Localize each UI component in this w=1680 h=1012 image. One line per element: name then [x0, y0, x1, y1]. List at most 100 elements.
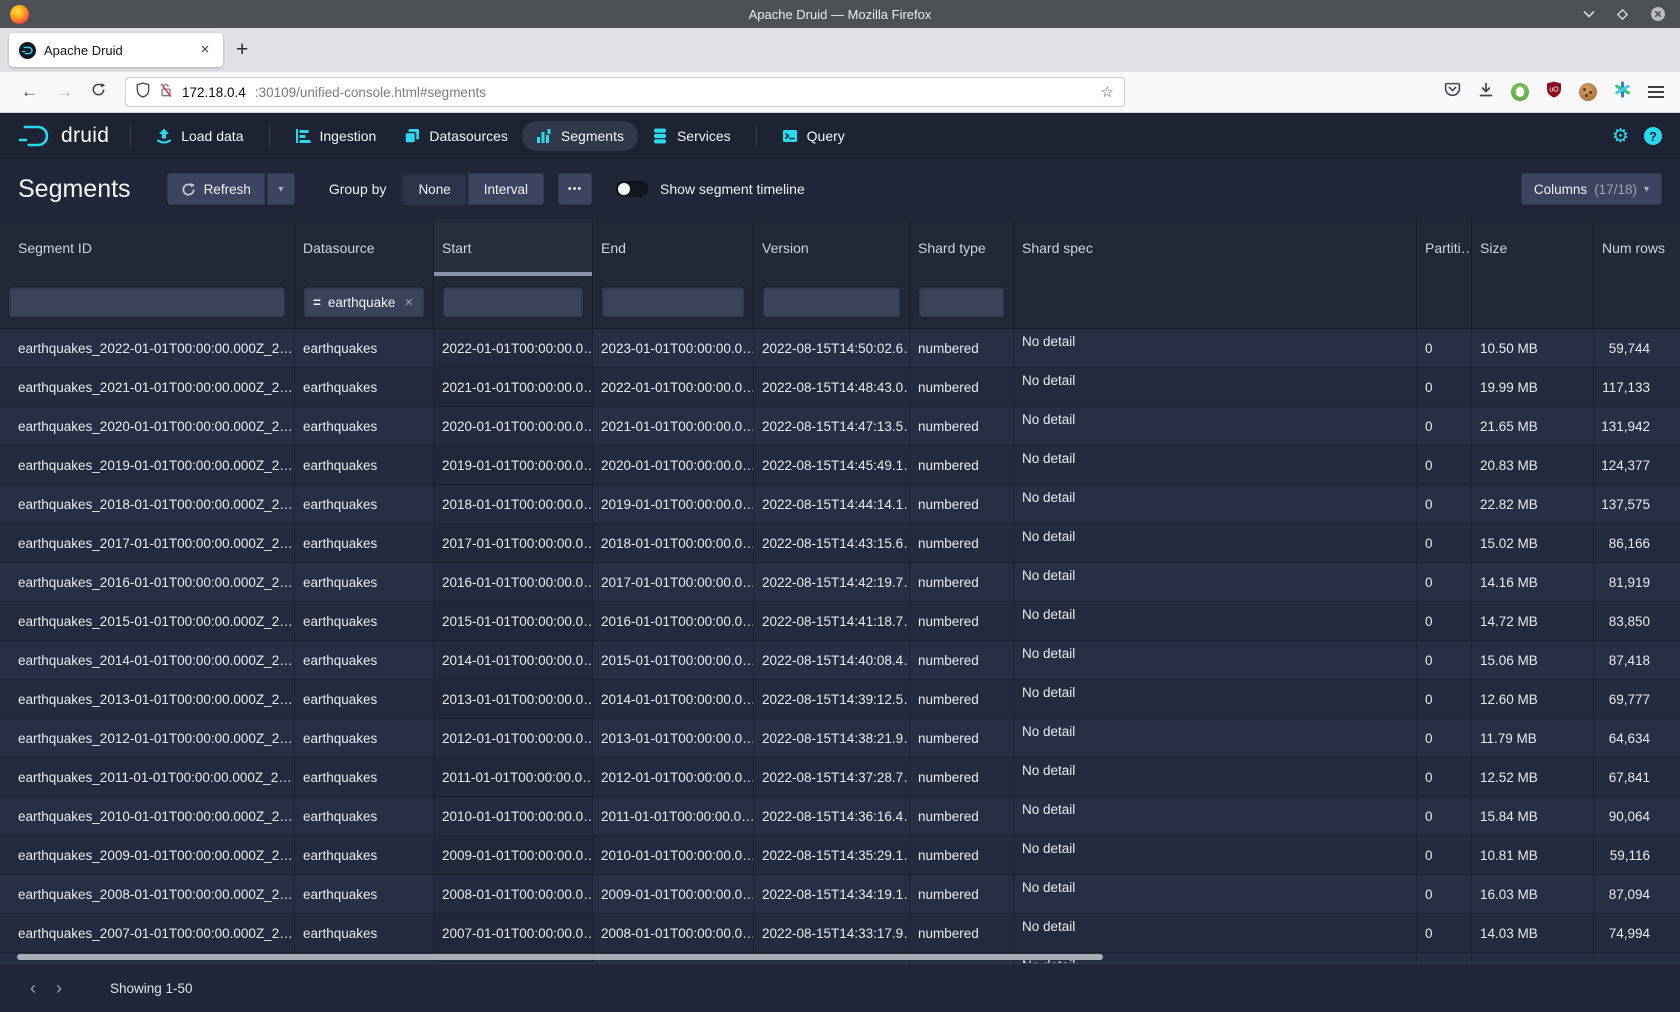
cell-shard-spec: No detail: [1014, 641, 1417, 679]
group-by-interval-button[interactable]: Interval: [468, 173, 544, 205]
window-maximize-icon[interactable]: [1616, 8, 1629, 21]
new-tab-button[interactable]: +: [236, 38, 248, 62]
more-options-button[interactable]: •••: [558, 173, 592, 205]
table-row[interactable]: earthquakes_2017-01-01T00:00:00.000Z_2…e…: [0, 524, 1680, 563]
back-icon[interactable]: ←: [21, 82, 38, 102]
nav-label: Services: [677, 128, 731, 144]
group-by-none-button[interactable]: None: [402, 173, 466, 205]
privacy-badger-icon[interactable]: [1511, 83, 1529, 101]
refresh-dropdown-button[interactable]: ▾: [267, 173, 295, 205]
cell-num-rows: 59,744: [1594, 329, 1680, 367]
table-row[interactable]: earthquakes_2007-01-01T00:00:00.000Z_2…e…: [0, 914, 1680, 953]
cell-version: 2022-08-15T14:35:29.1…: [754, 836, 910, 874]
column-header-partition[interactable]: Partiti…: [1417, 219, 1472, 276]
cell-version: 2022-08-15T14:44:14.1…: [754, 485, 910, 523]
ublock-icon[interactable]: uO: [1546, 81, 1562, 103]
cell-version: 2022-08-15T14:38:21.9…: [754, 719, 910, 757]
window-minimize-icon[interactable]: [1583, 10, 1595, 18]
columns-label: Columns: [1534, 182, 1587, 197]
table-row[interactable]: earthquakes_2013-01-01T00:00:00.000Z_2…e…: [0, 680, 1680, 719]
menu-icon[interactable]: [1648, 86, 1664, 98]
table-row[interactable]: earthquakes_2015-01-01T00:00:00.000Z_2…e…: [0, 602, 1680, 641]
nav-item-ingestion[interactable]: Ingestion: [281, 121, 391, 151]
column-header-datasource[interactable]: Datasource: [295, 219, 434, 276]
column-header-version[interactable]: Version: [754, 219, 910, 276]
prev-page-icon[interactable]: ‹: [20, 978, 46, 999]
table-row[interactable]: earthquakes_2009-01-01T00:00:00.000Z_2…e…: [0, 836, 1680, 875]
table-row[interactable]: earthquakes_2018-01-01T00:00:00.000Z_2…e…: [0, 485, 1680, 524]
cell-shard-spec: No detail: [1014, 485, 1417, 523]
pocket-icon[interactable]: [1444, 82, 1461, 103]
cell-num-rows: 137,575: [1594, 485, 1680, 523]
column-header-start[interactable]: Start: [434, 219, 593, 276]
bookmark-star-icon[interactable]: ☆: [1101, 83, 1114, 101]
filter-input-datasource[interactable]: = earthquake ×: [304, 287, 424, 317]
cookie-icon[interactable]: [1579, 83, 1597, 101]
nav-item-services[interactable]: Services: [638, 121, 745, 151]
cell-id: earthquakes_2014-01-01T00:00:00.000Z_2…: [0, 641, 295, 679]
column-header-shard-spec[interactable]: Shard spec: [1014, 219, 1417, 276]
cell-id: earthquakes_2018-01-01T00:00:00.000Z_2…: [0, 485, 295, 523]
cell-shard-spec: No detail: [1014, 875, 1417, 913]
cell-partition: 0: [1417, 680, 1472, 718]
nav-item-datasources[interactable]: Datasources: [390, 121, 522, 151]
table-row[interactable]: earthquakes_2016-01-01T00:00:00.000Z_2…e…: [0, 563, 1680, 602]
column-header-size[interactable]: Size: [1472, 219, 1594, 276]
column-header-end[interactable]: End: [593, 219, 754, 276]
table-row[interactable]: earthquakes_2020-01-01T00:00:00.000Z_2…e…: [0, 407, 1680, 446]
nav-item-segments[interactable]: Segments: [522, 121, 638, 151]
window-close-icon[interactable]: [1650, 6, 1666, 22]
columns-count: (17/18): [1594, 182, 1637, 197]
cell-id: earthquakes_2019-01-01T00:00:00.000Z_2…: [0, 446, 295, 484]
cell-start: 2010-01-01T00:00:00.0…: [434, 797, 593, 835]
column-header-segment-id[interactable]: Segment ID: [0, 219, 295, 276]
insecure-lock-icon[interactable]: [159, 82, 173, 103]
tab-apache-druid[interactable]: Apache Druid ×: [9, 33, 223, 67]
url-bar[interactable]: 172.18.0.4:30109/unified-console.html#se…: [125, 77, 1125, 107]
cell-partition: 0: [1417, 836, 1472, 874]
extension-asterisk-icon[interactable]: [1614, 81, 1631, 103]
column-header-num-rows[interactable]: Num rows: [1594, 219, 1680, 276]
cell-shard-type: numbered: [910, 602, 1014, 640]
horizontal-scrollbar[interactable]: [17, 954, 1103, 960]
cell-end: 2020-01-01T00:00:00.0…: [593, 446, 754, 484]
cell-shard-spec: No detail: [1014, 329, 1417, 367]
refresh-button[interactable]: Refresh: [167, 173, 265, 205]
reload-icon[interactable]: [91, 82, 106, 102]
filter-input-end[interactable]: [602, 287, 744, 317]
cell-datasource: earthquakes: [295, 563, 434, 601]
table-row[interactable]: earthquakes_2019-01-01T00:00:00.000Z_2…e…: [0, 446, 1680, 485]
filter-input-version[interactable]: [763, 287, 900, 317]
columns-button[interactable]: Columns (17/18) ▾: [1521, 173, 1662, 205]
table-row[interactable]: earthquakes_2008-01-01T00:00:00.000Z_2…e…: [0, 875, 1680, 914]
table-row[interactable]: earthquakes_2012-01-01T00:00:00.000Z_2…e…: [0, 719, 1680, 758]
settings-gear-icon[interactable]: ⚙: [1612, 125, 1629, 148]
table-row[interactable]: earthquakes_2010-01-01T00:00:00.000Z_2…e…: [0, 797, 1680, 836]
cell-start: 2018-01-01T00:00:00.0…: [434, 485, 593, 523]
filter-remove-icon[interactable]: ×: [404, 294, 413, 311]
help-icon[interactable]: ?: [1644, 127, 1662, 145]
filter-input-segment-id[interactable]: [9, 287, 285, 317]
filter-input-shard-type[interactable]: [919, 287, 1004, 317]
url-path: :30109/unified-console.html#segments: [255, 85, 486, 100]
table-row[interactable]: earthquakes_2022-01-01T00:00:00.000Z_2…e…: [0, 329, 1680, 368]
nav-item-query[interactable]: Query: [768, 121, 859, 151]
forward-icon[interactable]: →: [56, 82, 73, 102]
cell-shard-type: numbered: [910, 680, 1014, 718]
druid-logo[interactable]: druid: [18, 123, 109, 149]
downloads-icon[interactable]: [1478, 82, 1494, 103]
cell-version: 2022-08-15T14:41:18.7…: [754, 602, 910, 640]
table-row[interactable]: earthquakes_2014-01-01T00:00:00.000Z_2…e…: [0, 641, 1680, 680]
next-page-icon[interactable]: ›: [46, 978, 72, 999]
filter-input-start[interactable]: [443, 287, 583, 317]
segment-timeline-toggle[interactable]: [616, 181, 648, 197]
nav-item-load-data[interactable]: Load data: [142, 121, 257, 151]
tab-close-icon[interactable]: ×: [195, 40, 215, 60]
table-row[interactable]: earthquakes_2011-01-01T00:00:00.000Z_2…e…: [0, 758, 1680, 797]
cell-end: 2012-01-01T00:00:00.0…: [593, 758, 754, 796]
shield-icon[interactable]: [136, 82, 150, 103]
table-row[interactable]: earthquakes_2021-01-01T00:00:00.000Z_2…e…: [0, 368, 1680, 407]
group-by-segmented-control: None Interval: [402, 173, 544, 205]
column-header-shard-type[interactable]: Shard type: [910, 219, 1014, 276]
cell-num-rows: 87,094: [1594, 875, 1680, 913]
